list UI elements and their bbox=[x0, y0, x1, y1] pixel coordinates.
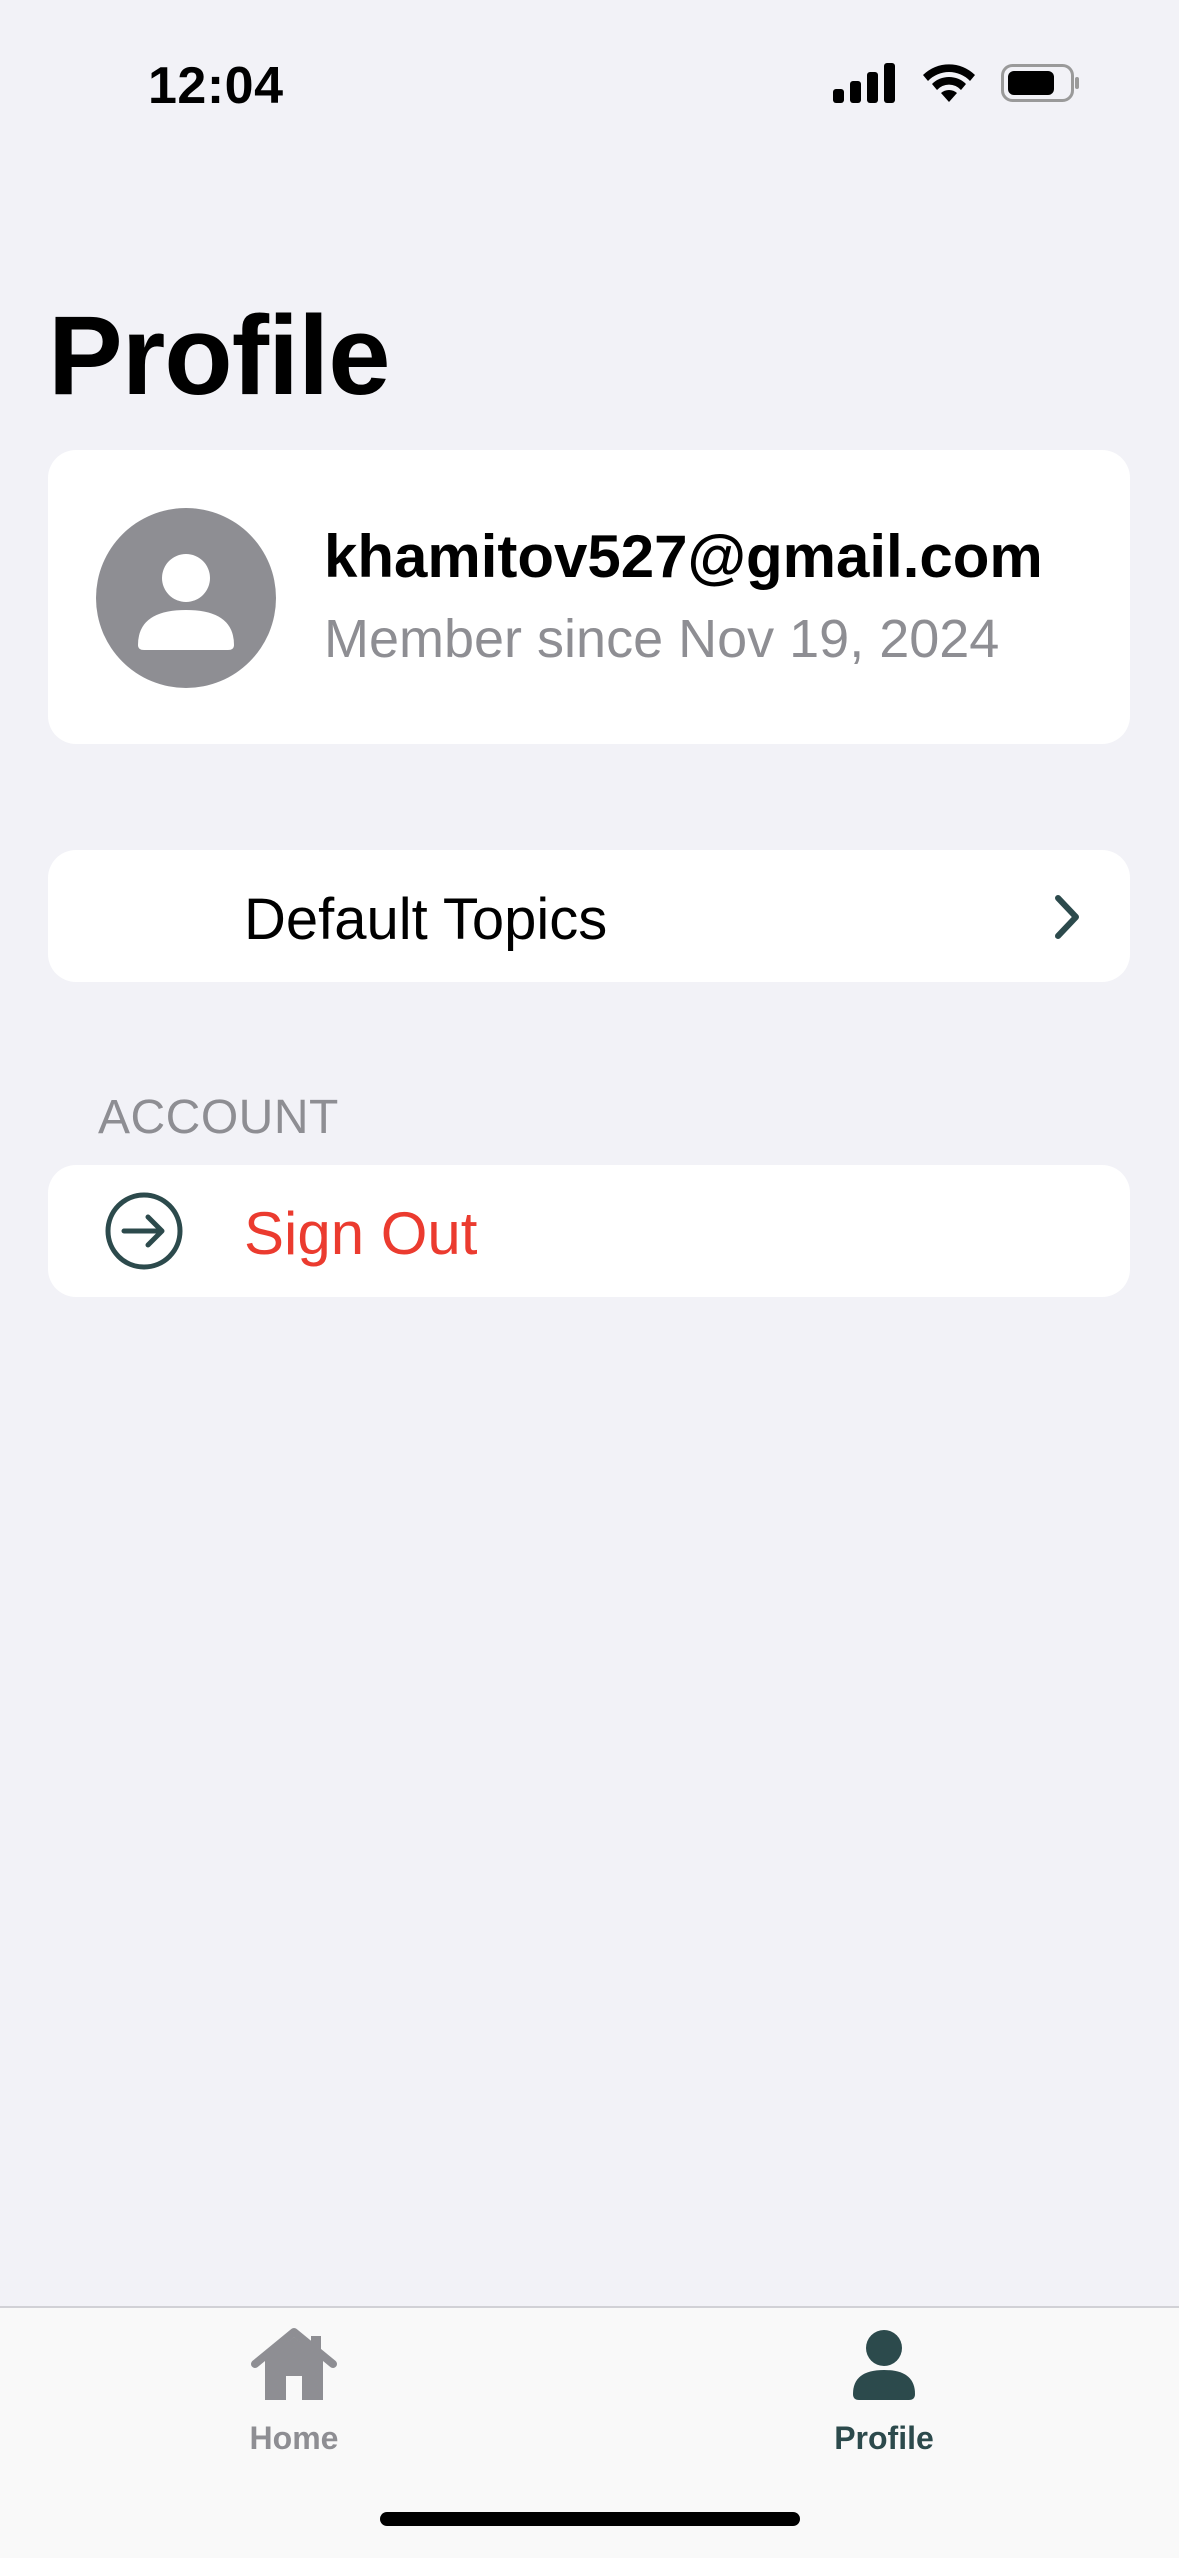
default-topics-label: Default Topics bbox=[244, 887, 608, 952]
wifi-icon bbox=[921, 62, 977, 109]
default-topics-row[interactable]: Default Topics bbox=[48, 850, 1130, 982]
cellular-signal-icon bbox=[833, 63, 897, 108]
avatar bbox=[96, 508, 276, 688]
home-indicator bbox=[380, 2512, 800, 2526]
profile-email: khamitov527@gmail.com bbox=[324, 523, 1043, 590]
arrow-right-circle-icon bbox=[104, 1191, 184, 1276]
profile-card: khamitov527@gmail.com Member since Nov 1… bbox=[48, 450, 1130, 744]
member-since-text: Member since Nov 19, 2024 bbox=[324, 609, 1000, 669]
status-bar: 12:04 bbox=[0, 0, 1179, 160]
tab-profile-label: Profile bbox=[834, 2420, 934, 2456]
battery-icon bbox=[1001, 63, 1081, 108]
page-title: Profile bbox=[48, 293, 391, 418]
sign-out-label: Sign Out bbox=[244, 1200, 478, 1267]
tab-home[interactable]: Home bbox=[144, 2308, 444, 2468]
status-time: 12:04 bbox=[148, 57, 284, 115]
chevron-right-icon bbox=[1046, 892, 1086, 947]
tab-home-label: Home bbox=[249, 2420, 339, 2456]
person-icon bbox=[849, 2326, 919, 2411]
sign-out-button[interactable]: Sign Out bbox=[48, 1165, 1130, 1297]
tab-profile[interactable]: Profile bbox=[734, 2308, 1034, 2468]
person-placeholder-icon bbox=[96, 554, 276, 688]
account-section-header: ACCOUNT bbox=[98, 1091, 339, 1144]
house-icon bbox=[251, 2326, 337, 2411]
status-icons bbox=[833, 62, 1081, 109]
